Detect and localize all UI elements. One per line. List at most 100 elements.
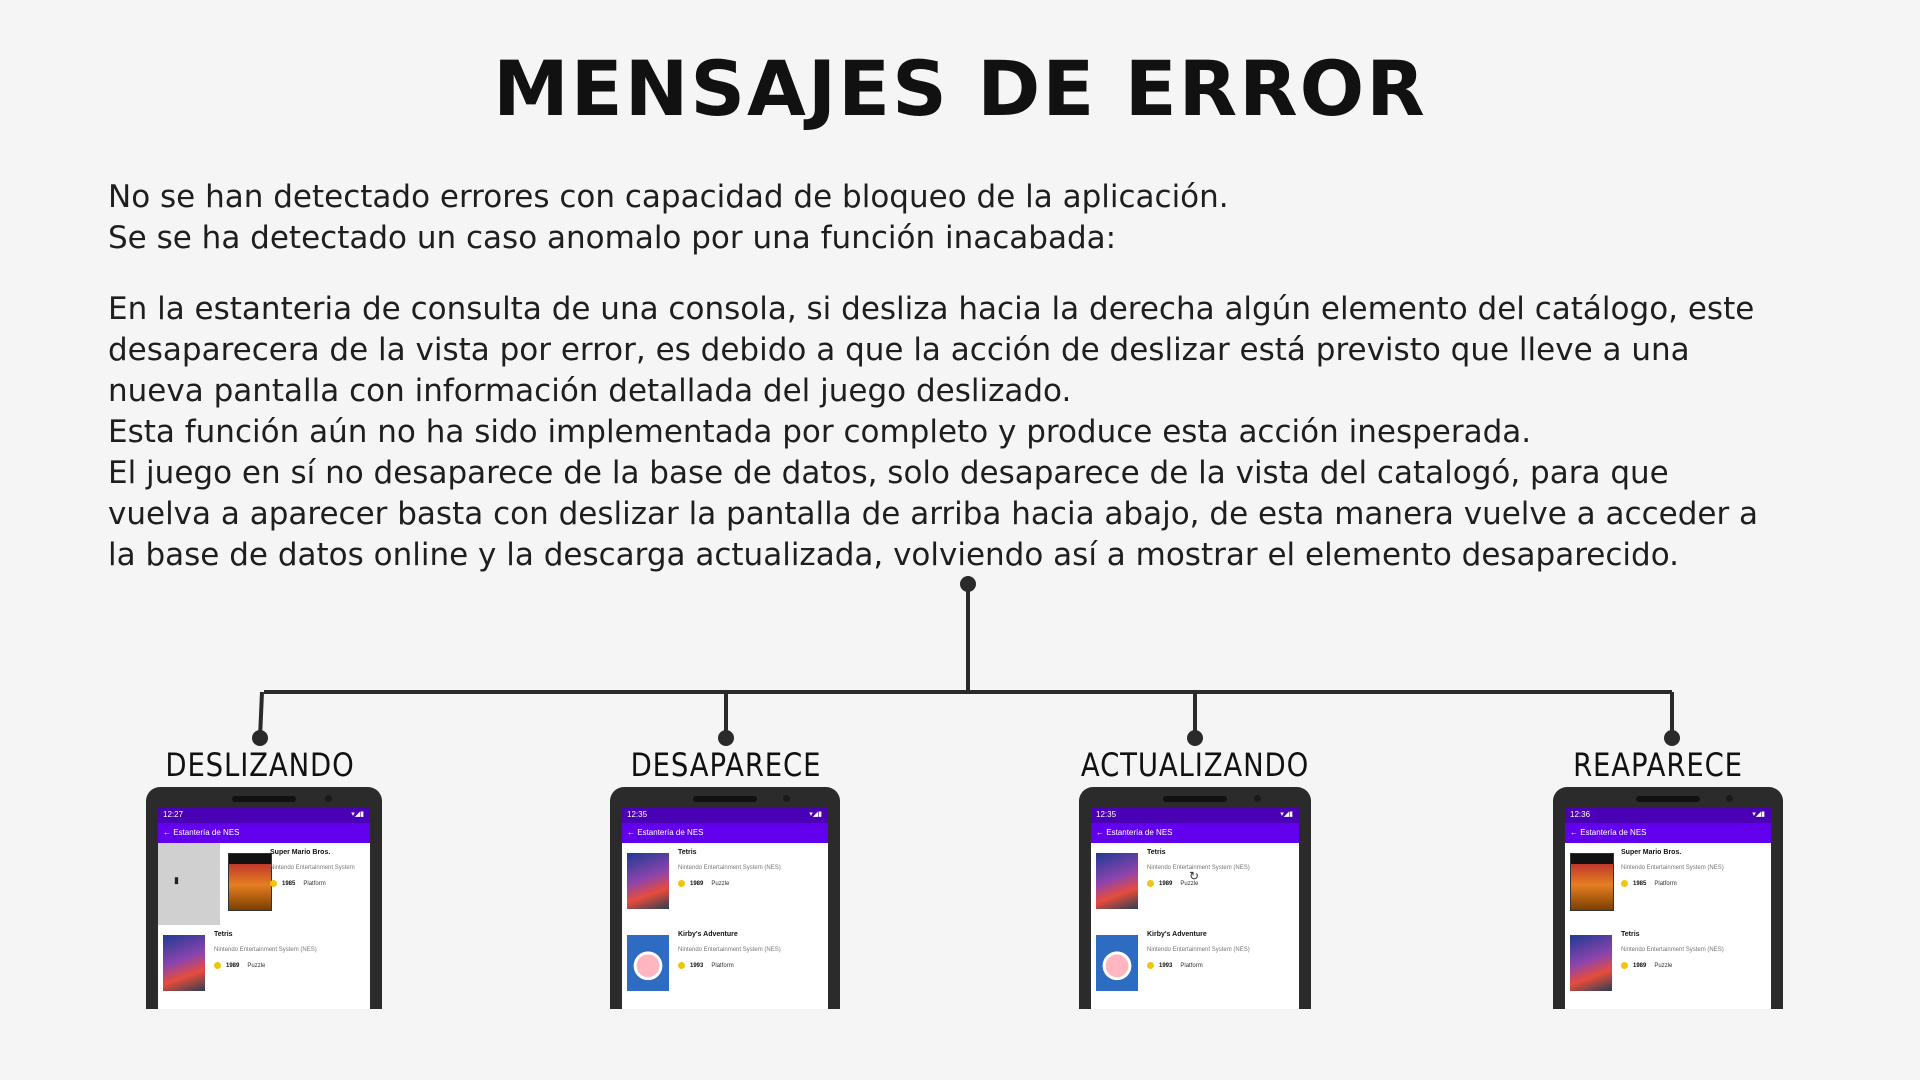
app-bar: ← Estantería de NES bbox=[622, 823, 828, 843]
app-bar-title: Estantería de NES bbox=[637, 828, 704, 837]
refresh-spinner-icon: ↻ bbox=[1189, 869, 1200, 883]
game-name: Tetris bbox=[678, 849, 697, 856]
status-bar: 12:35 ▾◢▮ bbox=[1091, 807, 1299, 823]
game-cover-image bbox=[627, 853, 669, 909]
game-system: Nintendo Entertainment System (NES) bbox=[1147, 947, 1250, 953]
rating-dot-icon bbox=[1147, 880, 1154, 887]
step-label-deslizando: DESLIZANDO bbox=[165, 746, 355, 784]
step-label-desaparece: DESAPARECE bbox=[630, 746, 822, 784]
game-genre: Puzzle bbox=[711, 881, 730, 888]
game-list-item[interactable]: Super Mario Bros. Nintendo Entertainment… bbox=[1565, 843, 1771, 925]
phone-speaker bbox=[1636, 796, 1700, 802]
rating-dot-icon bbox=[270, 880, 277, 887]
game-genre: Platform bbox=[1654, 881, 1677, 888]
app-screen: 12:35 ▾◢▮ ← Estantería de NES Tetris Nint… bbox=[1091, 807, 1299, 1009]
game-list-item[interactable]: Kirby's Adventure Nintendo Entertainment… bbox=[622, 925, 828, 1007]
game-year: 1989 bbox=[690, 881, 704, 888]
phone-screenshot-reaparece: 12:36 ▾◢▮ ← Estantería de NES Super Mario… bbox=[1553, 787, 1783, 1009]
game-name: Tetris bbox=[1147, 849, 1166, 856]
game-genre: Platform bbox=[303, 881, 326, 888]
app-screen: 12:36 ▾◢▮ ← Estantería de NES Super Mario… bbox=[1565, 807, 1771, 1009]
game-name: Kirby's Adventure bbox=[678, 931, 738, 938]
app-bar: ← Estantería de NES bbox=[1091, 823, 1299, 843]
app-screen: 12:27 ▾◢▮ ← Estantería de NES Super Mario… bbox=[158, 807, 370, 1009]
phone-speaker bbox=[693, 796, 757, 802]
app-bar-title: Estantería de NES bbox=[173, 828, 240, 837]
status-bar: 12:35 ▾◢▮ bbox=[622, 807, 828, 823]
game-year: 1989 bbox=[1633, 963, 1647, 970]
game-system: Nintendo Entertainment System bbox=[270, 865, 355, 871]
phone-speaker bbox=[232, 796, 296, 802]
status-time: 12:36 bbox=[1570, 810, 1591, 819]
game-year-genre: 1993 Platform bbox=[1147, 962, 1203, 969]
game-list-item[interactable]: Tetris Nintendo Entertainment System (NE… bbox=[158, 925, 370, 1007]
rating-dot-icon bbox=[1621, 880, 1628, 887]
game-year: 1985 bbox=[282, 881, 296, 888]
game-list-item[interactable]: Tetris Nintendo Entertainment System (NE… bbox=[1091, 843, 1299, 925]
rating-dot-icon bbox=[678, 962, 685, 969]
game-name: Tetris bbox=[214, 931, 233, 938]
game-list-item[interactable]: Tetris Nintendo Entertainment System (NE… bbox=[622, 843, 828, 925]
game-list-item[interactable]: Tetris Nintendo Entertainment System (NE… bbox=[1565, 925, 1771, 1007]
connector-dot bbox=[960, 576, 976, 592]
game-year-genre: 1989 Puzzle bbox=[678, 880, 729, 887]
signal-battery-icon: ▾◢▮ bbox=[809, 811, 822, 818]
game-cover-image bbox=[163, 935, 205, 991]
game-list-item[interactable]: Super Mario Bros. Nintendo Entertainment… bbox=[158, 843, 370, 925]
game-name: Super Mario Bros. bbox=[270, 849, 331, 856]
connector-dot bbox=[718, 730, 734, 746]
game-cover-image bbox=[627, 935, 669, 991]
game-year-genre: 1985 Platform bbox=[270, 880, 326, 887]
phone-screenshot-actualizando: 12:35 ▾◢▮ ← Estantería de NES Tetris Nint… bbox=[1079, 787, 1311, 1009]
rating-dot-icon bbox=[1147, 962, 1154, 969]
status-bar: 12:27 ▾◢▮ bbox=[158, 807, 370, 823]
game-year: 1985 bbox=[1633, 881, 1647, 888]
game-year-genre: 1989 Puzzle bbox=[1621, 962, 1672, 969]
back-arrow-icon[interactable]: ← bbox=[627, 828, 635, 837]
signal-battery-icon: ▾◢▮ bbox=[1752, 811, 1765, 818]
game-name: Tetris bbox=[1621, 931, 1640, 938]
game-cover-image bbox=[1096, 935, 1138, 991]
phone-speaker bbox=[1163, 796, 1227, 802]
game-year: 1993 bbox=[690, 963, 704, 970]
phone-camera bbox=[783, 795, 790, 802]
back-arrow-icon[interactable]: ← bbox=[1570, 828, 1578, 837]
game-name: Kirby's Adventure bbox=[1147, 931, 1207, 938]
connector-dot bbox=[1664, 730, 1680, 746]
game-genre: Puzzle bbox=[247, 963, 266, 970]
rating-dot-icon bbox=[678, 880, 685, 887]
game-genre: Platform bbox=[1180, 963, 1203, 970]
game-year: 1989 bbox=[1159, 881, 1173, 888]
game-system: Nintendo Entertainment System (NES) bbox=[214, 947, 317, 953]
app-bar: ← Estantería de NES bbox=[158, 823, 370, 843]
step-label-actualizando: ACTUALIZANDO bbox=[1080, 746, 1310, 784]
game-name: Super Mario Bros. bbox=[1621, 849, 1682, 856]
game-year-genre: 1989 Puzzle bbox=[214, 962, 265, 969]
connector-dot bbox=[1187, 730, 1203, 746]
back-arrow-icon[interactable]: ← bbox=[1096, 828, 1104, 837]
phone-screenshot-deslizando: 12:27 ▾◢▮ ← Estantería de NES Super Mario… bbox=[146, 787, 382, 1009]
status-time: 12:35 bbox=[1096, 810, 1117, 819]
swipe-background bbox=[158, 843, 220, 925]
phone-screenshot-desaparece: 12:35 ▾◢▮ ← Estantería de NES Tetris Nint… bbox=[610, 787, 840, 1009]
game-system: Nintendo Entertainment System (NES) bbox=[678, 865, 781, 871]
connector-dot bbox=[252, 730, 268, 746]
phone-camera bbox=[1726, 795, 1733, 802]
back-arrow-icon[interactable]: ← bbox=[163, 828, 171, 837]
app-bar-title: Estantería de NES bbox=[1580, 828, 1647, 837]
game-system: Nintendo Entertainment System (NES) bbox=[1621, 947, 1724, 953]
game-system: Nintendo Entertainment System (NES) bbox=[1621, 865, 1724, 871]
game-system: Nintendo Entertainment System (NES) bbox=[678, 947, 781, 953]
game-list-item[interactable]: Kirby's Adventure Nintendo Entertainment… bbox=[1091, 925, 1299, 1007]
game-year: 1989 bbox=[226, 963, 240, 970]
app-bar: ← Estantería de NES bbox=[1565, 823, 1771, 843]
rating-dot-icon bbox=[1621, 962, 1628, 969]
game-genre: Puzzle bbox=[1654, 963, 1673, 970]
game-cover-image bbox=[1570, 935, 1612, 991]
status-time: 12:27 bbox=[163, 810, 184, 819]
game-cover-image bbox=[1096, 853, 1138, 909]
game-year-genre: 1985 Platform bbox=[1621, 880, 1677, 887]
game-year-genre: 1993 Platform bbox=[678, 962, 734, 969]
game-year: 1993 bbox=[1159, 963, 1173, 970]
game-genre: Platform bbox=[711, 963, 734, 970]
